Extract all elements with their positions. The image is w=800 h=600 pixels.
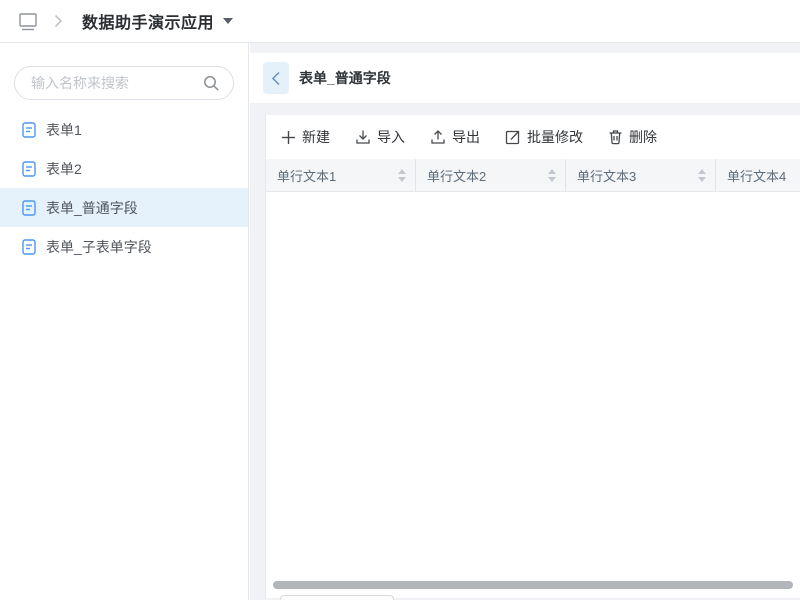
new-button[interactable]: 新建 [281,127,330,147]
caret-down-icon[interactable] [223,18,233,24]
import-button-label: 导入 [377,127,405,147]
search-icon[interactable] [203,75,220,92]
table-body-empty [266,192,800,598]
top-header: 数据助手演示应用 [0,0,800,43]
column-header-text4[interactable]: 单行文本4 [716,159,800,191]
table-panel: 新建 导入 [265,115,800,598]
page-title: 表单_普通字段 [299,68,391,88]
delete-button-label: 删除 [629,127,657,147]
import-icon [355,129,371,145]
sort-icon[interactable] [398,169,406,182]
detail-title-bar: 表单_普通字段 [250,53,800,103]
sidebar-item-label: 表单1 [46,120,82,140]
batch-edit-button[interactable]: 批量修改 [505,127,583,147]
column-header-text1[interactable]: 单行文本1 [266,159,416,191]
back-button[interactable] [263,62,289,94]
sidebar: 表单1 表单2 表单_普通字段 [0,43,249,600]
toolbar: 新建 导入 [266,115,800,159]
pagination-control-clipped[interactable] [280,595,394,600]
export-icon [430,129,446,145]
batch-edit-button-label: 批量修改 [527,127,583,147]
trash-icon [608,129,623,145]
sidebar-item-label: 表单2 [46,159,82,179]
app-title[interactable]: 数据助手演示应用 [82,9,214,33]
plus-icon [281,130,296,145]
export-button-label: 导出 [452,127,480,147]
sidebar-item-label: 表单_子表单字段 [46,237,152,257]
main-content: 表单_普通字段 新建 [250,43,800,600]
search-input[interactable] [15,67,233,99]
import-button[interactable]: 导入 [355,127,405,147]
sidebar-item-label: 表单_普通字段 [46,198,138,218]
horizontal-scrollbar[interactable] [273,581,793,589]
form-list: 表单1 表单2 表单_普通字段 [0,110,248,266]
column-label: 单行文本1 [277,166,336,185]
column-header-text2[interactable]: 单行文本2 [416,159,566,191]
document-icon [22,161,36,177]
document-icon [22,122,36,138]
sidebar-item-form2[interactable]: 表单2 [0,149,248,188]
sort-icon[interactable] [698,169,706,182]
column-label: 单行文本3 [577,166,636,185]
sidebar-item-form1[interactable]: 表单1 [0,110,248,149]
sidebar-item-form-subform-fields[interactable]: 表单_子表单字段 [0,227,248,266]
chevron-left-icon [271,71,281,86]
monitor-icon[interactable] [17,11,39,32]
export-button[interactable]: 导出 [430,127,480,147]
sort-icon[interactable] [548,169,556,182]
column-label: 单行文本4 [727,166,786,185]
sidebar-search [14,66,234,100]
edit-square-icon [505,129,521,145]
document-icon [22,200,36,216]
column-header-text3[interactable]: 单行文本3 [566,159,716,191]
sidebar-item-form-normal-fields[interactable]: 表单_普通字段 [0,188,248,227]
chevron-right-icon [54,14,63,28]
delete-button[interactable]: 删除 [608,127,657,147]
new-button-label: 新建 [302,127,330,147]
column-label: 单行文本2 [427,166,486,185]
table-header-row: 单行文本1 单行文本2 单行文本3 单行文本4 [266,159,800,192]
document-icon [22,239,36,255]
